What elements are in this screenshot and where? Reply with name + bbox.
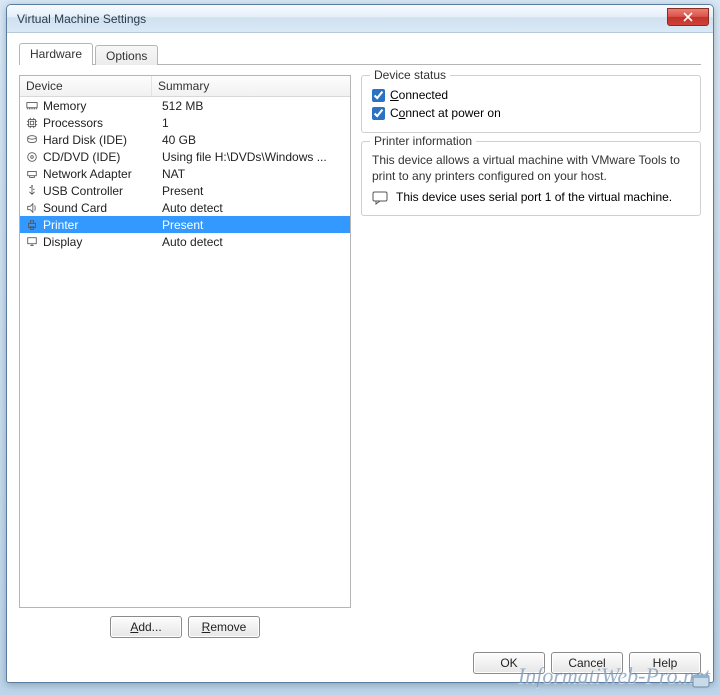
column-header-device[interactable]: Device: [20, 76, 152, 96]
device-name: CD/DVD (IDE): [43, 150, 156, 164]
connected-label[interactable]: Connected: [390, 88, 448, 102]
titlebar[interactable]: Virtual Machine Settings: [7, 5, 713, 33]
device-summary: Using file H:\DVDs\Windows ...: [156, 150, 346, 164]
device-row[interactable]: Memory512 MB: [20, 97, 350, 114]
cancel-button[interactable]: Cancel: [551, 652, 623, 674]
device-status-legend: Device status: [370, 68, 450, 82]
ok-button[interactable]: OK: [473, 652, 545, 674]
device-row[interactable]: CD/DVD (IDE)Using file H:\DVDs\Windows .…: [20, 148, 350, 165]
device-summary: 40 GB: [156, 133, 346, 147]
connect-poweron-label[interactable]: Connect at power on: [390, 106, 501, 120]
tab-content: Device Summary Memory512 MBProcessors1Ha…: [19, 65, 701, 638]
sound-icon: [24, 201, 40, 215]
device-summary: Present: [156, 184, 346, 198]
left-panel: Device Summary Memory512 MBProcessors1Ha…: [19, 75, 351, 638]
printer-info-text: This device allows a virtual machine wit…: [372, 152, 690, 184]
display-icon: [24, 235, 40, 249]
device-name: Network Adapter: [43, 167, 156, 181]
device-row[interactable]: PrinterPresent: [20, 216, 350, 233]
list-header: Device Summary: [20, 76, 350, 97]
cpu-icon: [24, 116, 40, 130]
settings-window: Virtual Machine Settings Hardware Option…: [6, 4, 714, 683]
device-row[interactable]: Sound CardAuto detect: [20, 199, 350, 216]
device-row[interactable]: Network AdapterNAT: [20, 165, 350, 182]
client-area: Hardware Options Device Summary Memory51…: [7, 33, 713, 682]
device-summary: Auto detect: [156, 235, 346, 249]
device-name: Sound Card: [43, 201, 156, 215]
tab-options[interactable]: Options: [95, 45, 158, 65]
device-row[interactable]: DisplayAuto detect: [20, 233, 350, 250]
device-name: USB Controller: [43, 184, 156, 198]
device-name: Memory: [43, 99, 156, 113]
device-name: Processors: [43, 116, 156, 130]
device-list: Device Summary Memory512 MBProcessors1Ha…: [19, 75, 351, 608]
device-summary: Present: [156, 218, 346, 232]
device-row[interactable]: USB ControllerPresent: [20, 182, 350, 199]
device-rows: Memory512 MBProcessors1Hard Disk (IDE)40…: [20, 97, 350, 607]
printer-icon: [24, 218, 40, 232]
help-button[interactable]: Help: [629, 652, 701, 674]
hdd-icon: [24, 133, 40, 147]
close-button[interactable]: [667, 8, 709, 26]
speech-bubble-icon: [372, 191, 390, 205]
device-summary: 512 MB: [156, 99, 346, 113]
device-buttons: Add... Remove: [19, 608, 351, 638]
printer-note-text: This device uses serial port 1 of the vi…: [396, 190, 672, 204]
connected-checkbox[interactable]: [372, 89, 385, 102]
tabstrip: Hardware Options: [19, 43, 701, 65]
cd-icon: [24, 150, 40, 164]
net-icon: [24, 167, 40, 181]
right-panel: Device status Connected Connect at power…: [361, 75, 701, 638]
device-summary: 1: [156, 116, 346, 130]
printer-info-legend: Printer information: [370, 134, 476, 148]
tab-hardware[interactable]: Hardware: [19, 43, 93, 65]
device-summary: Auto detect: [156, 201, 346, 215]
device-row[interactable]: Hard Disk (IDE)40 GB: [20, 131, 350, 148]
close-icon: [683, 12, 693, 22]
device-name: Printer: [43, 218, 156, 232]
memory-icon: [24, 99, 40, 113]
device-summary: NAT: [156, 167, 346, 181]
printer-info-group: Printer information This device allows a…: [361, 141, 701, 216]
printer-note: This device uses serial port 1 of the vi…: [372, 190, 690, 205]
window-title: Virtual Machine Settings: [17, 12, 146, 26]
remove-button[interactable]: Remove: [188, 616, 260, 638]
usb-icon: [24, 184, 40, 198]
device-name: Hard Disk (IDE): [43, 133, 156, 147]
device-name: Display: [43, 235, 156, 249]
connect-poweron-checkbox[interactable]: [372, 107, 385, 120]
device-row[interactable]: Processors1: [20, 114, 350, 131]
device-status-group: Device status Connected Connect at power…: [361, 75, 701, 133]
add-button[interactable]: Add...: [110, 616, 182, 638]
column-header-summary[interactable]: Summary: [152, 76, 350, 96]
dialog-footer: OK Cancel Help: [19, 646, 701, 674]
